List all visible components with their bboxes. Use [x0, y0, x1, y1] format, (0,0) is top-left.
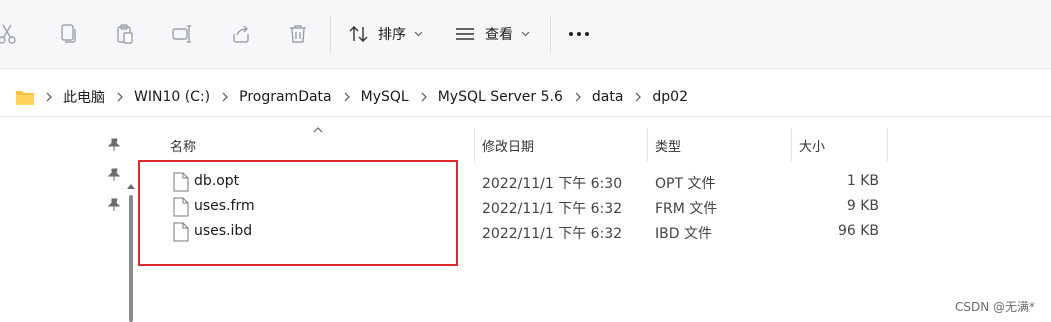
- column-header-type[interactable]: 类型: [655, 128, 681, 162]
- sort-label: 排序: [378, 27, 406, 43]
- breadcrumb-drive-c[interactable]: WIN10 (C:): [134, 89, 210, 105]
- toolbar-divider: [330, 15, 331, 53]
- chevron-right-icon: [46, 92, 52, 102]
- toolbar-divider: [550, 15, 551, 53]
- share-icon[interactable]: [229, 22, 253, 46]
- highlight-box: [138, 160, 458, 266]
- file-date: 2022/11/1 下午 6:32: [482, 201, 623, 217]
- breadcrumb-programdata[interactable]: ProgramData: [239, 89, 332, 105]
- breadcrumb-mysql-server[interactable]: MySQL Server 5.6: [438, 89, 563, 105]
- sort-button[interactable]: 排序: [348, 21, 423, 47]
- column-divider[interactable]: [887, 128, 888, 162]
- view-label: 查看: [485, 27, 513, 43]
- sort-ascending-icon: [313, 127, 323, 133]
- file-size: 1 KB: [846, 173, 879, 189]
- file-type: FRM 文件: [655, 201, 718, 217]
- column-header-size[interactable]: 大小: [799, 128, 825, 162]
- address-bar[interactable]: 此电脑 WIN10 (C:) ProgramData MySQL MySQL S…: [0, 78, 1051, 117]
- more-options-button[interactable]: [568, 24, 590, 44]
- file-size: 9 KB: [846, 198, 879, 214]
- cut-icon[interactable]: [0, 22, 20, 46]
- rename-icon[interactable]: [170, 22, 194, 46]
- column-header-name[interactable]: 名称: [170, 128, 196, 162]
- delete-icon[interactable]: [286, 22, 310, 46]
- command-bar: 排序 查看: [0, 0, 1051, 69]
- chevron-right-icon: [222, 92, 228, 102]
- chevron-down-icon: [521, 31, 530, 37]
- column-divider[interactable]: [791, 128, 792, 162]
- chevron-down-icon: [414, 31, 423, 37]
- breadcrumb-this-pc[interactable]: 此电脑: [63, 87, 105, 107]
- chevron-right-icon: [117, 92, 123, 102]
- sort-icon: [349, 26, 368, 42]
- watermark: CSDN @无满*: [955, 300, 1036, 314]
- folder-icon: [16, 90, 34, 105]
- chevron-right-icon: [344, 92, 350, 102]
- chevron-right-icon: [421, 92, 427, 102]
- file-date: 2022/11/1 下午 6:30: [482, 176, 623, 192]
- pin-icon[interactable]: [108, 138, 120, 152]
- breadcrumb-dp02[interactable]: dp02: [652, 89, 688, 105]
- paste-icon[interactable]: [113, 22, 137, 46]
- column-divider[interactable]: [474, 128, 475, 162]
- column-header-date[interactable]: 修改日期: [482, 128, 534, 162]
- chevron-right-icon: [635, 92, 642, 102]
- column-divider[interactable]: [647, 128, 648, 162]
- view-button[interactable]: 查看: [455, 21, 530, 47]
- more-icon: [569, 32, 589, 36]
- breadcrumb-data[interactable]: data: [592, 89, 624, 105]
- file-date: 2022/11/1 下午 6:32: [482, 226, 623, 242]
- view-icon: [456, 28, 474, 40]
- file-type: IBD 文件: [655, 226, 712, 242]
- copy-icon[interactable]: [56, 22, 80, 46]
- file-type: OPT 文件: [655, 176, 716, 192]
- chevron-right-icon: [575, 92, 581, 102]
- breadcrumb-mysql[interactable]: MySQL: [361, 89, 409, 105]
- file-size: 96 KB: [837, 223, 879, 239]
